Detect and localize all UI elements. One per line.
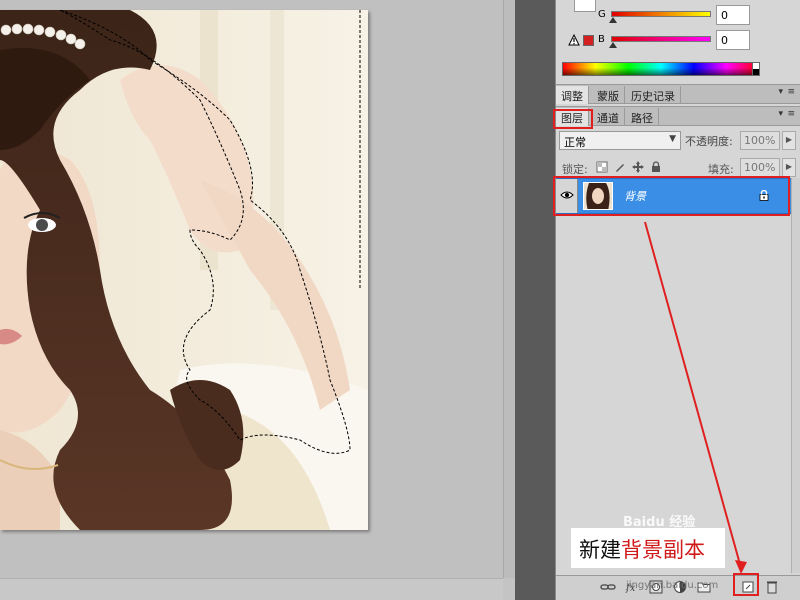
link-layers-icon[interactable] — [600, 580, 616, 594]
blend-mode-value: 正常 — [564, 136, 586, 149]
lock-image-icon[interactable] — [614, 161, 626, 173]
callout-prefix: 新建 — [579, 538, 621, 562]
b-channel-label: B — [598, 34, 605, 45]
watermark-url: jingyan.baidu.com — [626, 580, 719, 591]
collapse-icon[interactable]: ▾ — [778, 109, 783, 119]
fill-input[interactable]: 100% — [740, 158, 780, 177]
fill-label: 填充: — [708, 163, 734, 176]
g-slider-track[interactable] — [611, 11, 711, 17]
g-value-input[interactable]: 0 — [716, 5, 750, 25]
g-slider-thumb[interactable] — [609, 17, 617, 23]
color-panel: G 0 B 0 — [556, 0, 800, 84]
panel-menu-icon[interactable]: ≡ — [787, 109, 795, 119]
portrait-illustration — [0, 10, 368, 530]
callout-highlight: 背景副本 — [621, 538, 705, 562]
document-canvas[interactable] — [0, 0, 503, 600]
horizontal-scrollbar[interactable] — [0, 578, 503, 600]
lock-label: 锁定: — [562, 163, 588, 176]
tab-adjustments[interactable]: 调整 — [556, 86, 589, 104]
layer-lock-icon — [759, 190, 769, 201]
collapse-icon[interactable]: ▾ — [778, 87, 783, 97]
panel-menu-icon[interactable]: ≡ — [787, 87, 795, 97]
new-layer-icon[interactable] — [740, 580, 756, 594]
b-slider-track[interactable] — [611, 36, 711, 42]
callout-label: 新建背景副本 — [571, 528, 725, 568]
opacity-input[interactable]: 100% — [740, 131, 780, 150]
fill-slider-toggle[interactable]: ▶ — [782, 158, 796, 177]
adjustments-tab-bar: 调整 蒙版 历史记录 ▾ ≡ — [556, 84, 800, 104]
vertical-scrollbar[interactable] — [503, 0, 515, 578]
eye-icon — [560, 191, 574, 199]
b-slider-row: B 0 — [556, 30, 800, 52]
tab-masks[interactable]: 蒙版 — [592, 86, 625, 104]
layers-tab-bar: 图层 通道 路径 ▾ ≡ — [556, 106, 800, 126]
chevron-down-icon: ▼ — [669, 134, 676, 144]
lock-all-icon[interactable] — [650, 161, 662, 173]
scroll-corner — [503, 578, 515, 600]
layer-visibility-toggle[interactable] — [556, 179, 578, 213]
layer-row-background[interactable]: 背景 — [556, 178, 791, 214]
trash-icon[interactable] — [764, 580, 780, 594]
baidu-watermark: Baidu 经验 — [623, 515, 696, 530]
gamut-color-swatch[interactable] — [583, 35, 594, 46]
g-channel-label: G — [598, 9, 606, 20]
photo-image[interactable] — [0, 10, 368, 530]
layer-thumbnail — [583, 182, 613, 210]
color-spectrum-bar[interactable] — [562, 62, 760, 76]
lock-position-icon[interactable] — [632, 161, 644, 173]
layers-scrollbar[interactable] — [791, 178, 800, 573]
panels-dock: G 0 B 0 调整 蒙版 历史记录 ▾ ≡ 图层 通道 路径 ▾ ≡ 正常 ▼… — [555, 0, 800, 600]
b-value-input[interactable]: 0 — [716, 30, 750, 50]
panel-dock-gutter — [515, 0, 555, 600]
opacity-label: 不透明度: — [685, 135, 733, 148]
tab-channels[interactable]: 通道 — [592, 108, 625, 126]
layers-panel: 正常 ▼ 不透明度: 100% ▶ 锁定: 填充: 100% ▶ 背景 — [556, 127, 800, 575]
layer-name[interactable]: 背景 — [624, 188, 646, 204]
tab-layers[interactable]: 图层 — [556, 108, 589, 126]
b-slider-thumb[interactable] — [609, 42, 617, 48]
opacity-slider-toggle[interactable]: ▶ — [782, 131, 796, 150]
tab-paths[interactable]: 路径 — [626, 108, 659, 126]
lock-transparent-icon[interactable] — [596, 161, 608, 173]
tab-history[interactable]: 历史记录 — [626, 86, 681, 104]
gamut-warning-icon[interactable] — [568, 34, 580, 46]
black-white-swatch[interactable] — [752, 62, 760, 76]
blend-mode-select[interactable]: 正常 ▼ — [559, 131, 681, 150]
photoshop-window: G 0 B 0 调整 蒙版 历史记录 ▾ ≡ 图层 通道 路径 ▾ ≡ 正常 ▼… — [0, 0, 800, 600]
g-slider-row: G 0 — [556, 5, 800, 27]
